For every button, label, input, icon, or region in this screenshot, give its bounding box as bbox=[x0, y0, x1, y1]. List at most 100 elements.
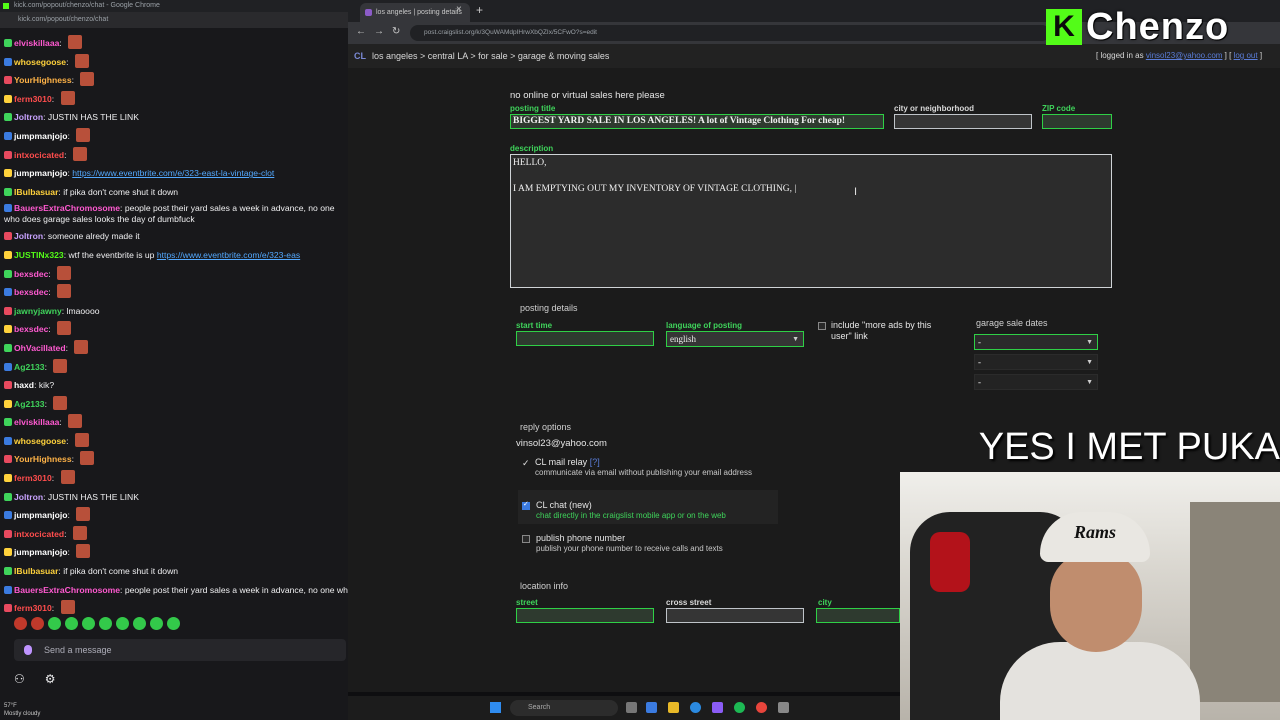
sale-date-select-3[interactable]: - ▼ bbox=[974, 374, 1098, 390]
description-textarea[interactable]: HELLO, I AM EMPTYING OUT MY INVENTORY OF… bbox=[510, 154, 1112, 288]
chevron-down-icon: ▼ bbox=[1086, 358, 1093, 366]
mic-icon[interactable] bbox=[24, 645, 32, 655]
address-bar[interactable]: post.craigslist.org/k/3QuWAMdpIHrwXbQZIx… bbox=[410, 25, 1050, 41]
more-ads-label: include "more ads by this user" link bbox=[831, 320, 932, 341]
edge-icon[interactable] bbox=[690, 702, 701, 713]
new-tab-icon[interactable]: + bbox=[476, 3, 483, 17]
chat-username[interactable]: whosegoose bbox=[14, 436, 66, 446]
chat-username[interactable]: IBulbasuar bbox=[14, 187, 58, 197]
chat-username[interactable]: whosegoose bbox=[14, 57, 66, 67]
mail-relay-description: communicate via email without publishing… bbox=[535, 468, 752, 477]
emote-icon bbox=[76, 507, 91, 522]
chrome-icon[interactable] bbox=[756, 702, 767, 713]
chat-link[interactable]: https://www.eventbrite.com/e/323-east-la… bbox=[72, 168, 274, 178]
emote-icon[interactable] bbox=[99, 617, 112, 630]
emote-icon[interactable] bbox=[133, 617, 146, 630]
chat-link[interactable]: https://www.eventbrite.com/e/323-eas bbox=[157, 250, 300, 260]
log-out-link[interactable]: log out bbox=[1234, 51, 1258, 60]
breadcrumb[interactable]: los angeles > central LA > for sale > ga… bbox=[372, 51, 609, 61]
cl-chat-checkbox[interactable] bbox=[522, 500, 530, 510]
forward-icon[interactable]: → bbox=[374, 26, 384, 37]
task-view-icon[interactable] bbox=[626, 702, 637, 713]
chat-username[interactable]: Ag2133 bbox=[14, 362, 45, 372]
back-icon[interactable]: ← bbox=[356, 26, 366, 37]
chat-username[interactable]: bexsdec bbox=[14, 287, 48, 297]
mail-relay-option[interactable]: CL mail relay [?] bbox=[535, 457, 600, 467]
kick-logo: K bbox=[1046, 9, 1082, 45]
weather-widget[interactable]: 57°F Mostly cloudy bbox=[4, 702, 40, 718]
more-ads-checkbox[interactable] bbox=[818, 322, 826, 330]
chat-username[interactable]: haxd bbox=[14, 380, 34, 390]
windows-start-icon[interactable] bbox=[490, 702, 501, 713]
chat-messages[interactable]: elviskillaaa: whosegoose: YourHighness: … bbox=[0, 34, 348, 614]
badge-icon bbox=[4, 325, 12, 334]
emote-icon[interactable] bbox=[167, 617, 180, 630]
chat-username[interactable]: jumpmanjojo bbox=[14, 510, 67, 520]
sale-date-select-2[interactable]: - ▼ bbox=[974, 354, 1098, 370]
taskbar-search[interactable]: Search bbox=[510, 700, 618, 716]
chat-username[interactable]: bexsdec bbox=[14, 324, 48, 334]
chat-username[interactable]: bexsdec bbox=[14, 269, 48, 279]
posting-title-input[interactable]: BIGGEST YARD SALE IN LOS ANGELES! A lot … bbox=[510, 114, 884, 129]
chat-username[interactable]: Joltron bbox=[14, 492, 43, 502]
chat-username[interactable]: YourHighness bbox=[14, 75, 72, 85]
emote-icon[interactable] bbox=[31, 617, 44, 630]
chat-username[interactable]: jawnyjawny bbox=[14, 306, 62, 316]
mail-relay-help-link[interactable]: [?] bbox=[590, 457, 600, 467]
emote-icon[interactable] bbox=[14, 617, 27, 630]
discord-icon[interactable] bbox=[712, 702, 723, 713]
account-email-link[interactable]: vinsol23@yahoo.com bbox=[1146, 51, 1223, 60]
chat-username[interactable]: Ag2133 bbox=[14, 399, 45, 409]
app-icon[interactable] bbox=[778, 702, 789, 713]
chat-username[interactable]: intxocicated bbox=[14, 150, 64, 160]
emote-icon[interactable] bbox=[65, 617, 78, 630]
close-tab-icon[interactable]: × bbox=[456, 4, 462, 16]
chat-message-input[interactable]: Send a message bbox=[14, 639, 346, 661]
emote-icon[interactable] bbox=[82, 617, 95, 630]
emote-icon[interactable] bbox=[48, 617, 61, 630]
chat-username[interactable]: ferm3010 bbox=[14, 94, 52, 104]
start-time-input[interactable] bbox=[516, 331, 654, 346]
chat-username[interactable]: intxocicated bbox=[14, 529, 64, 539]
settings-icon[interactable]: ⚙ bbox=[45, 672, 56, 686]
reload-icon[interactable]: ↻ bbox=[392, 26, 400, 37]
language-select[interactable]: english ▼ bbox=[666, 331, 804, 347]
streamer-logo: K Chenzo bbox=[1046, 6, 1229, 48]
chat-message: Joltron: JUSTIN HAS THE LINK bbox=[0, 108, 348, 127]
chat-username[interactable]: YourHighness bbox=[14, 454, 72, 464]
sale-date-select-1[interactable]: - ▼ bbox=[974, 334, 1098, 350]
chat-username[interactable]: jumpmanjojo bbox=[14, 168, 67, 178]
chat-username[interactable]: jumpmanjojo bbox=[14, 547, 67, 557]
chat-username[interactable]: Joltron bbox=[14, 112, 43, 122]
folder-icon[interactable] bbox=[668, 702, 679, 713]
chat-username[interactable]: JUSTINx323 bbox=[14, 250, 64, 260]
craigslist-logo[interactable]: CL bbox=[354, 51, 366, 61]
emote-icon[interactable] bbox=[116, 617, 129, 630]
emote-bar[interactable] bbox=[14, 617, 180, 631]
chat-message: whosegoose: bbox=[0, 53, 348, 72]
badge-icon bbox=[4, 399, 12, 408]
emote-icon[interactable] bbox=[150, 617, 163, 630]
street-input[interactable] bbox=[516, 608, 654, 623]
chat-username[interactable]: BauersExtraChromosome bbox=[14, 203, 120, 213]
chat-username[interactable]: IBulbasuar bbox=[14, 566, 58, 576]
explorer-icon[interactable] bbox=[646, 702, 657, 713]
chat-username[interactable]: ferm3010 bbox=[14, 473, 52, 483]
city-input[interactable] bbox=[894, 114, 1032, 129]
chat-url-bar[interactable]: kick.com/popout/chenzo/chat bbox=[0, 12, 348, 28]
spotify-icon[interactable] bbox=[734, 702, 745, 713]
cross-street-input[interactable] bbox=[666, 608, 804, 623]
city-location-input[interactable] bbox=[816, 608, 900, 623]
chat-username[interactable]: Joltron bbox=[14, 231, 43, 241]
chat-username[interactable]: ferm3010 bbox=[14, 603, 52, 613]
chat-username[interactable]: elviskillaaa bbox=[14, 38, 59, 48]
zip-input[interactable] bbox=[1042, 114, 1112, 129]
tab-posting-details[interactable]: los angeles | posting details bbox=[360, 3, 470, 22]
chat-username[interactable]: OhVacillated bbox=[14, 343, 66, 353]
users-icon[interactable]: ⚇ bbox=[14, 672, 25, 686]
chat-username[interactable]: jumpmanjojo bbox=[14, 131, 67, 141]
emote-icon bbox=[80, 451, 95, 466]
chat-username[interactable]: BauersExtraChromosome bbox=[14, 585, 120, 595]
chat-username[interactable]: elviskillaaa bbox=[14, 417, 59, 427]
publish-phone-checkbox[interactable] bbox=[522, 535, 530, 543]
